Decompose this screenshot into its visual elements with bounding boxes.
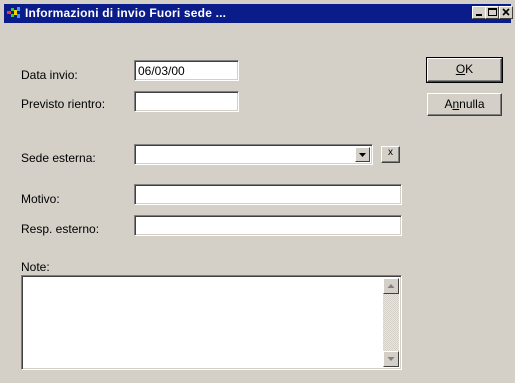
ok-button-label: OK — [455, 62, 474, 76]
ok-button[interactable]: OK — [426, 57, 503, 83]
data-invio-input[interactable] — [138, 63, 235, 78]
sede-esterna-label: Sede esterna: — [21, 151, 96, 165]
annulla-button[interactable]: Annulla — [427, 93, 502, 116]
sede-esterna-combobox[interactable] — [134, 144, 373, 165]
dropdown-button[interactable] — [355, 147, 370, 162]
data-invio-field[interactable] — [134, 60, 239, 81]
app-icon[interactable] — [7, 7, 21, 19]
scroll-up-button[interactable] — [383, 278, 399, 294]
close-icon — [502, 8, 510, 16]
minimize-button[interactable] — [472, 6, 486, 19]
note-label: Note: — [21, 260, 50, 274]
motivo-input[interactable] — [138, 187, 398, 202]
note-scrollbar[interactable] — [383, 278, 399, 367]
note-field[interactable] — [21, 275, 402, 370]
data-invio-label: Data invio: — [21, 68, 78, 82]
resp-esterno-label: Resp. esterno: — [21, 222, 100, 236]
maximize-icon — [488, 8, 497, 16]
sede-esterna-input[interactable] — [138, 147, 351, 162]
previsto-rientro-label: Previsto rientro: — [21, 97, 106, 111]
motivo-label: Motivo: — [21, 192, 60, 206]
clear-sede-button[interactable]: x — [381, 146, 400, 163]
close-button[interactable] — [499, 6, 513, 19]
previsto-rientro-field[interactable] — [134, 91, 239, 112]
scroll-down-button[interactable] — [383, 351, 399, 367]
title-bar[interactable]: Informazioni di invio Fuori sede ... — [4, 4, 513, 23]
chevron-down-icon — [359, 153, 366, 157]
window-title: Informazioni di invio Fuori sede ... — [25, 6, 227, 20]
resp-esterno-input[interactable] — [138, 218, 398, 233]
previsto-rientro-input[interactable] — [138, 94, 235, 109]
annulla-button-label: Annulla — [444, 97, 485, 111]
resp-esterno-field[interactable] — [134, 215, 402, 236]
dialog-window: Informazioni di invio Fuori sede ... Dat… — [0, 0, 515, 383]
motivo-field[interactable] — [134, 184, 402, 205]
minimize-icon — [476, 14, 482, 16]
maximize-button[interactable] — [485, 6, 499, 19]
clear-sede-label: x — [388, 147, 393, 158]
scroll-down-icon — [387, 357, 395, 361]
note-textarea[interactable] — [24, 278, 381, 367]
scroll-up-icon — [387, 284, 395, 288]
